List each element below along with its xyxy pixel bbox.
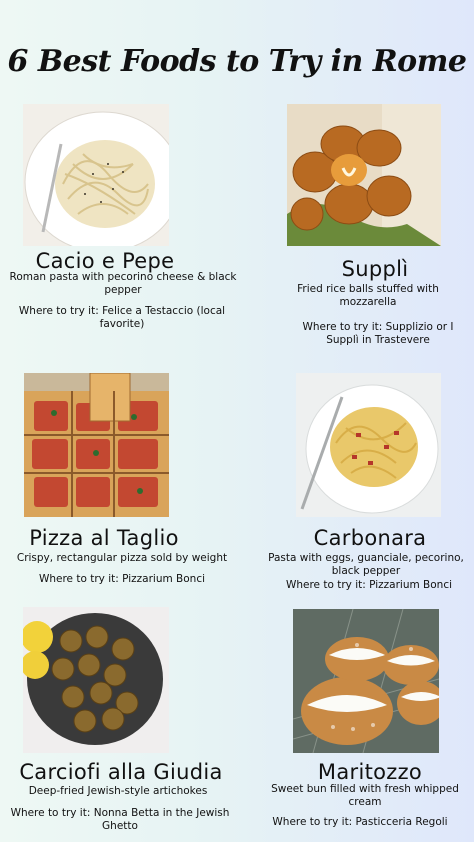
pizza-al-taglio-desc: Crispy, rectangular pizza sold by weight: [16, 552, 228, 564]
maritozzo-name: Maritozzo: [317, 760, 423, 784]
pizza-al-taglio-photo: [24, 373, 169, 517]
cacio-e-pepe-name: Cacio e Pepe: [35, 249, 175, 273]
carbonara-where: Where to try it: Pizzarium Bonci: [285, 579, 453, 591]
carciofi-alla-giudia-photo: [23, 607, 169, 753]
carciofi-alla-giudia-name: Carciofi alla Giudia: [19, 760, 223, 784]
carciofi-alla-giudia-desc: Deep-fried Jewish-style artichokes: [28, 785, 208, 797]
suppli-where: Where to try it: Supplizio or I Supplì i…: [302, 321, 454, 346]
carbonara-name: Carbonara: [313, 526, 427, 550]
maritozzo-photo: [293, 609, 439, 753]
suppli-photo: [287, 104, 441, 246]
carbonara-photo: [296, 373, 441, 517]
carbonara-desc: Pasta with eggs, guanciale, pecorino, bl…: [268, 552, 464, 577]
cacio-e-pepe-desc: Roman pasta with pecorino cheese & black…: [9, 271, 237, 296]
maritozzo-desc: Sweet bun filled with fresh whipped crea…: [271, 783, 459, 808]
suppli-name: Supplì: [341, 257, 409, 281]
page-title: 6 Best Foods to Try in Rome: [7, 44, 468, 79]
carciofi-alla-giudia-where: Where to try it: Nonna Betta in the Jewi…: [10, 807, 230, 832]
suppli-desc: Fried rice balls stuffed with mozzarella: [297, 283, 439, 308]
cacio-e-pepe-where: Where to try it: Felice a Testaccio (loc…: [18, 305, 226, 330]
maritozzo-where: Where to try it: Pasticceria Regoli: [272, 816, 448, 828]
pizza-al-taglio-name: Pizza al Taglio: [29, 526, 179, 550]
cacio-e-pepe-photo: [23, 104, 169, 246]
pizza-al-taglio-where: Where to try it: Pizzarium Bonci: [38, 573, 206, 585]
